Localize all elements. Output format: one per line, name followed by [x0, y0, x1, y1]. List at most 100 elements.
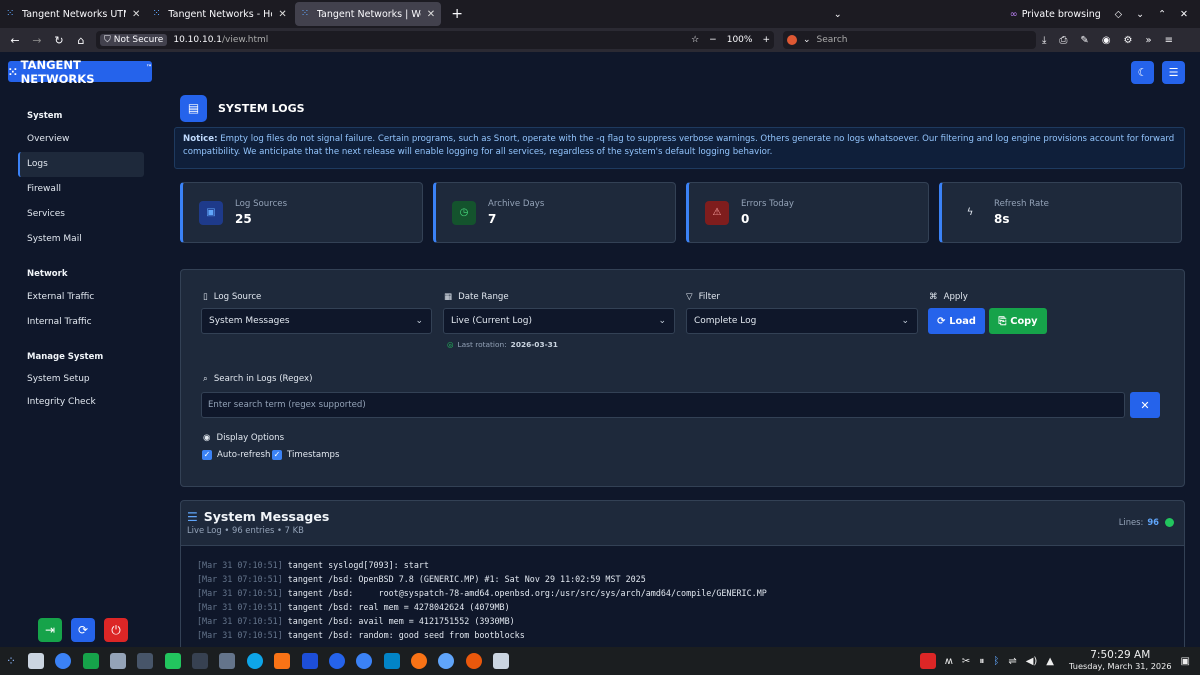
- search-engine-icon[interactable]: [787, 35, 797, 45]
- chevron-down-icon: ⌄: [415, 316, 423, 326]
- url-text[interactable]: 10.10.10.1/view.html: [173, 35, 268, 45]
- terminal-icon[interactable]: [192, 653, 208, 669]
- app-launcher-icon[interactable]: ⁘: [6, 654, 16, 668]
- search-icon: ⌕: [203, 374, 208, 384]
- zoom-in-button[interactable]: +: [762, 35, 770, 45]
- brand-logo[interactable]: ⁙ TANGENT NETWORKS ™: [8, 58, 152, 86]
- account-icon[interactable]: ◉: [1102, 35, 1111, 46]
- sidebar-item-system-setup[interactable]: System Setup: [18, 368, 144, 391]
- home-icon[interactable]: ⌂: [70, 34, 92, 47]
- tools-wrench-icon[interactable]: ✎: [1080, 35, 1088, 46]
- menu-toggle-button[interactable]: ☰: [1162, 61, 1185, 84]
- log-search-input[interactable]: [201, 392, 1125, 418]
- remote-desktop-icon[interactable]: [493, 653, 510, 669]
- sidebar-item-overview[interactable]: Overview: [18, 127, 144, 152]
- apply-label: ⌘ Apply: [929, 292, 968, 302]
- minimize-icon[interactable]: ⌄: [1136, 9, 1144, 20]
- downloads-icon[interactable]: ⤓: [1042, 35, 1046, 46]
- extensions-icon[interactable]: ⚙: [1124, 35, 1133, 46]
- sidebar-item-internal-traffic[interactable]: Internal Traffic: [18, 310, 144, 335]
- sidebar-item-services[interactable]: Services: [18, 202, 144, 227]
- usb-icon[interactable]: ⇌: [1008, 656, 1016, 667]
- brave-browser-icon[interactable]: [274, 653, 291, 669]
- auto-refresh-checkbox[interactable]: ✓ Auto-refresh: [202, 450, 270, 460]
- firefox-blue-icon[interactable]: [328, 653, 345, 669]
- url-bar[interactable]: ⛉ Not Secure 10.10.10.1/view.html ☆ − 10…: [96, 31, 774, 49]
- clock[interactable]: 7:50:29 AM Tuesday, March 31, 2026: [1069, 650, 1172, 672]
- tab-close-icon[interactable]: ✕: [278, 9, 286, 20]
- image-viewer-icon[interactable]: [82, 653, 99, 669]
- vm-icon[interactable]: ʍ: [945, 656, 953, 667]
- media-pause-icon[interactable]: ⏸: [979, 656, 984, 667]
- print-icon[interactable]: ⎙: [1059, 35, 1067, 46]
- bookmark-star-icon[interactable]: ☆: [691, 35, 699, 45]
- tangent-favicon-icon: ⁙: [300, 8, 310, 19]
- file-manager-icon[interactable]: [164, 653, 181, 669]
- firefox-dev-icon[interactable]: [356, 653, 373, 669]
- copy-button[interactable]: ⎘ Copy: [989, 308, 1047, 334]
- dark-mode-toggle[interactable]: ☾: [1131, 61, 1154, 84]
- spellcheck-icon[interactable]: [919, 653, 936, 669]
- tab-title: Tangent Networks | Web i: [316, 8, 421, 20]
- sidebar-item-integrity-check[interactable]: Integrity Check: [18, 391, 144, 414]
- sidebar-item-firewall[interactable]: Firewall: [18, 177, 144, 202]
- volume-icon[interactable]: ◀): [1026, 656, 1038, 667]
- overflow-chevron-icon[interactable]: »: [1146, 35, 1152, 46]
- browser-tab-1[interactable]: ⁙ Tangent Networks UTM — ✕: [0, 0, 146, 28]
- clipboard-icon: ⎘: [998, 315, 1007, 327]
- tab-close-icon[interactable]: ✕: [427, 9, 435, 20]
- search-bar[interactable]: ⌄ Search: [783, 31, 1036, 49]
- menu-icon[interactable]: ≡: [1165, 35, 1173, 46]
- tab-list-chevron-icon[interactable]: ⌄: [834, 9, 842, 20]
- zoom-out-button[interactable]: −: [709, 35, 717, 45]
- tab-title: Tangent Networks UTM —: [22, 8, 126, 20]
- tangent-favicon-icon: ⁙: [152, 8, 161, 19]
- date-range-select[interactable]: Live (Current Log) ⌄: [443, 308, 675, 334]
- scissors-icon[interactable]: ✂: [962, 656, 970, 667]
- bluetooth-icon[interactable]: ᛒ: [993, 656, 999, 667]
- power-button[interactable]: ⏻: [104, 618, 128, 642]
- reload-icon[interactable]: ↻: [48, 34, 70, 47]
- taskbar: ⁘ ʍ ✂ ⏸ ᛒ ⇌ ◀) ▲ 7:50:29 AM Tuesday, Mar…: [0, 647, 1200, 675]
- show-desktop-icon[interactable]: ▣: [1181, 656, 1190, 667]
- text-editor-icon[interactable]: [219, 653, 236, 669]
- timestamps-checkbox[interactable]: ✓ Timestamps: [272, 450, 339, 460]
- firefox-icon[interactable]: [411, 653, 427, 669]
- docs-app-icon[interactable]: [301, 653, 318, 669]
- browser-tab-3[interactable]: ⁙ Tangent Networks | Web i ✕: [294, 2, 442, 26]
- network-app-icon[interactable]: [246, 653, 263, 669]
- log-line: [Mar 31 07:10:51] tangent /bsd: root@sys…: [197, 588, 767, 598]
- security-indicator[interactable]: ⛉ Not Secure: [100, 34, 168, 46]
- system-monitor-icon[interactable]: [137, 653, 154, 669]
- fish-app-icon[interactable]: [55, 653, 72, 669]
- log-source-select[interactable]: System Messages ⌄: [201, 308, 432, 334]
- forward-arrow-icon[interactable]: →: [26, 34, 48, 47]
- chromium-icon[interactable]: [438, 653, 455, 669]
- clear-search-button[interactable]: ✕: [1130, 392, 1160, 418]
- settings-sliders-icon[interactable]: [109, 653, 126, 669]
- stat-card-log-sources: ▣ Log Sources 25: [180, 182, 423, 243]
- tray-expand-icon[interactable]: ▲: [1046, 656, 1054, 667]
- log-output[interactable]: [Mar 31 07:10:51] tangent syslogd[7093]:…: [181, 545, 1184, 647]
- load-button[interactable]: ⟳ Load: [928, 308, 985, 334]
- window-menu-icon[interactable]: ◇: [1115, 9, 1122, 20]
- maximize-icon[interactable]: ⌃: [1158, 9, 1166, 20]
- window-close-icon[interactable]: ✕: [1180, 9, 1188, 20]
- browser-tab-2[interactable]: ⁙ Tangent Networks - Home ✕: [146, 0, 292, 28]
- reboot-button[interactable]: ⟳: [71, 618, 95, 642]
- sidebar-item-external-traffic[interactable]: External Traffic: [18, 285, 144, 310]
- wireshark-icon[interactable]: [383, 653, 400, 669]
- search-engine-chevron-icon[interactable]: ⌄: [803, 35, 811, 45]
- desktop-icon[interactable]: [27, 653, 44, 669]
- tab-close-icon[interactable]: ✕: [132, 9, 140, 20]
- vpn-app-icon[interactable]: [465, 653, 482, 669]
- sidebar-item-system-mail[interactable]: System Mail: [18, 227, 144, 252]
- page-header: ▤ SYSTEM LOGS: [180, 94, 1185, 122]
- logout-button[interactable]: ⇥: [38, 618, 62, 642]
- zoom-level[interactable]: 100%: [727, 35, 753, 45]
- new-tab-button[interactable]: +: [443, 6, 471, 22]
- filter-select[interactable]: Complete Log ⌄: [686, 308, 918, 334]
- back-arrow-icon[interactable]: ←: [4, 34, 26, 47]
- sidebar-item-logs[interactable]: Logs: [18, 152, 144, 177]
- sidebar-group-network: Network: [27, 269, 68, 279]
